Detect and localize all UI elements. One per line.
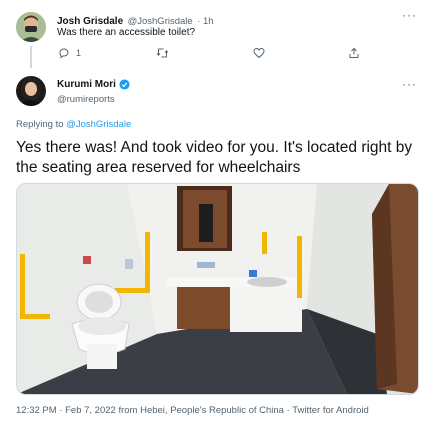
share-button[interactable] bbox=[348, 47, 360, 59]
main-author-handle[interactable]: @rumireports bbox=[57, 94, 115, 105]
reply-button[interactable]: 1 bbox=[58, 47, 81, 59]
main-author-name[interactable]: Kurumi Mori bbox=[57, 79, 116, 90]
like-button[interactable] bbox=[253, 47, 265, 59]
more-icon[interactable]: ··· bbox=[402, 8, 417, 22]
tweet-media-photo[interactable] bbox=[16, 183, 419, 395]
reply-author-name[interactable]: Josh Grisdale bbox=[57, 16, 123, 27]
josh-avatar-image bbox=[16, 12, 46, 42]
reply-author-handle[interactable]: @JoshGrisdale bbox=[128, 16, 193, 27]
retweet-button[interactable] bbox=[156, 47, 169, 59]
replying-to-line: Replying to @JoshGrisdale bbox=[16, 119, 131, 130]
like-icon bbox=[253, 47, 265, 59]
main-tweet-header: Kurumi Mori bbox=[57, 79, 130, 90]
reply-count: 1 bbox=[76, 48, 82, 58]
reply-tweet-text: Was there an accessible toilet? bbox=[57, 27, 196, 38]
reply-time[interactable]: · 1h bbox=[197, 16, 213, 27]
verified-badge-icon bbox=[119, 79, 130, 90]
tweet-timestamp: 12:32 PM · Feb 7, 2022 from Hebei, Peopl… bbox=[16, 405, 369, 416]
kurumi-avatar[interactable] bbox=[16, 76, 46, 106]
thread-line bbox=[30, 46, 32, 68]
kurumi-avatar-image bbox=[16, 76, 46, 106]
accessible-toilet-photo bbox=[17, 184, 418, 394]
reply-icon bbox=[59, 48, 69, 59]
replying-to-prefix: Replying to bbox=[16, 119, 67, 130]
more-icon[interactable]: ··· bbox=[402, 77, 417, 91]
retweet-icon bbox=[156, 48, 169, 58]
josh-avatar[interactable] bbox=[16, 12, 46, 42]
main-tweet-text: Yes there was! And took video for you. I… bbox=[16, 139, 413, 176]
replying-to-link[interactable]: @JoshGrisdale bbox=[66, 119, 131, 130]
share-icon bbox=[349, 47, 359, 58]
